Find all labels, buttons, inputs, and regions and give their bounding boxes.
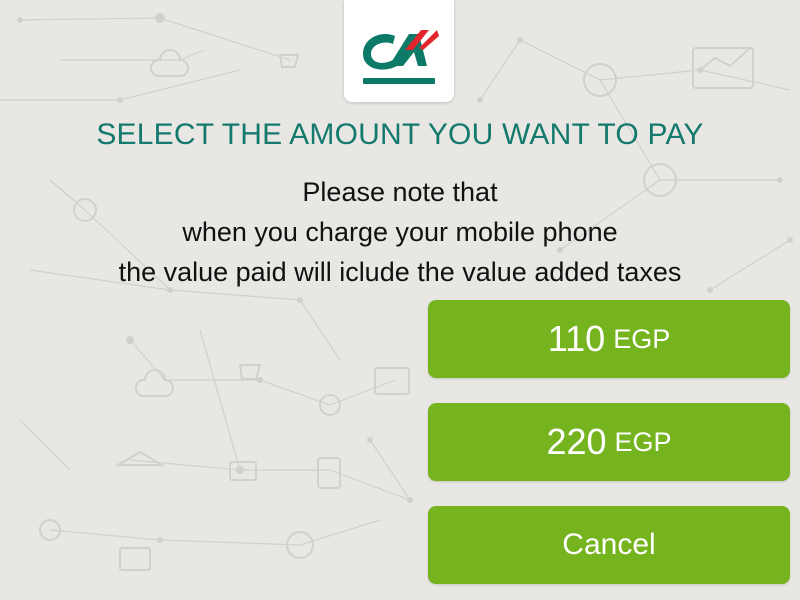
cancel-label: Cancel	[562, 528, 656, 561]
amount-value: 110	[547, 318, 606, 359]
logo-card	[344, 0, 454, 102]
currency-label: EGP	[613, 323, 671, 354]
tax-note-line-2: when you charge your mobile phone	[182, 217, 618, 247]
amount-110-button[interactable]: 110 EGP	[428, 300, 790, 378]
tax-note-line-3: the value paid will iclude the value add…	[118, 257, 682, 287]
currency-label: EGP	[614, 426, 672, 457]
tax-note: Please note that when you charge your mo…	[0, 172, 800, 292]
page-title: SELECT THE AMOUNT YOU WANT TO PAY	[96, 118, 704, 151]
amount-220-button[interactable]: 220 EGP	[428, 403, 790, 481]
tax-note-line-1: Please note that	[302, 177, 498, 207]
credit-agricole-logo	[363, 30, 439, 84]
amount-value: 220	[546, 421, 607, 462]
cancel-button[interactable]: Cancel	[428, 506, 790, 584]
